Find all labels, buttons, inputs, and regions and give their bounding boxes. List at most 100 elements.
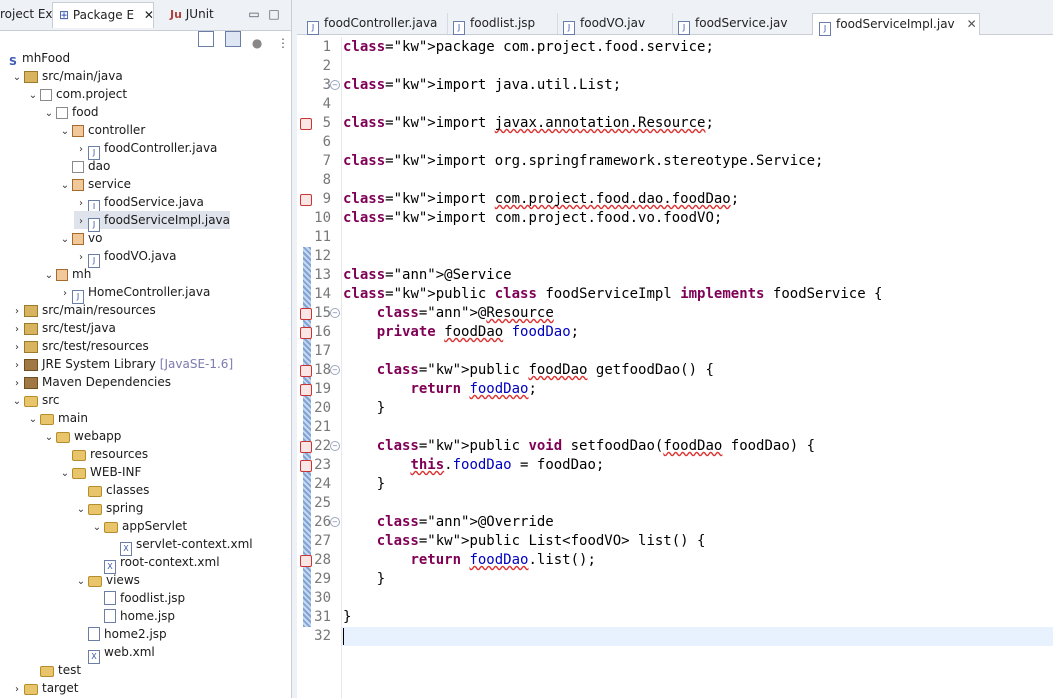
maximize-icon[interactable]: □ bbox=[266, 6, 282, 22]
close-icon[interactable]: ✕ bbox=[144, 8, 154, 22]
tree-item[interactable]: › src/test/resources bbox=[10, 337, 149, 355]
editor-tab[interactable]: JfoodVO.jav bbox=[557, 13, 673, 35]
error-marker-icon[interactable] bbox=[300, 365, 312, 377]
tree-item[interactable]: ⌄ src/main/java bbox=[10, 67, 123, 85]
expanded-chevron-icon[interactable]: ⌄ bbox=[10, 69, 24, 87]
tree-item[interactable]: › JRE System Library [JavaSE-1.6] bbox=[10, 355, 233, 373]
tree-item[interactable]: ⌄ src bbox=[10, 391, 60, 409]
tree-item[interactable]: foodlist.jsp bbox=[90, 589, 185, 607]
tree-item[interactable]: › JfoodVO.java bbox=[74, 247, 176, 268]
tree-item[interactable]: › Maven Dependencies bbox=[10, 373, 171, 391]
tree-item[interactable]: ⌄ main bbox=[26, 409, 88, 427]
junit-icon: Ju bbox=[170, 8, 182, 21]
link-with-editor-icon[interactable] bbox=[224, 31, 241, 47]
tree-item[interactable]: › J HomeController.java bbox=[58, 283, 211, 304]
tree-item[interactable]: ⌄ appServlet bbox=[90, 517, 187, 535]
java-file-icon: J bbox=[453, 21, 465, 35]
expanded-chevron-icon[interactable]: ⌄ bbox=[58, 465, 72, 483]
tree-item[interactable]: › src/main/resources bbox=[10, 301, 156, 319]
expanded-chevron-icon[interactable]: ⌄ bbox=[58, 123, 72, 141]
line-number: 14 bbox=[314, 286, 331, 302]
current-line-highlight bbox=[342, 627, 1053, 646]
tree-item[interactable]: SmhFood bbox=[0, 49, 71, 68]
error-marker-icon[interactable] bbox=[300, 308, 312, 320]
code-line: return foodDao; bbox=[410, 381, 537, 397]
tree-item[interactable]: ⌄ food bbox=[42, 103, 99, 121]
error-marker-icon[interactable] bbox=[300, 327, 312, 339]
tree-item[interactable]: dao bbox=[58, 157, 110, 175]
error-marker-icon[interactable] bbox=[300, 118, 312, 130]
expanded-chevron-icon[interactable]: ⌄ bbox=[42, 429, 56, 447]
fold-toggle-icon[interactable]: − bbox=[330, 308, 340, 318]
editor-tab[interactable]: Jfoodlist.jsp bbox=[447, 13, 558, 35]
tree-item[interactable]: ⌄ com.project bbox=[26, 85, 127, 103]
expanded-chevron-icon[interactable]: ⌄ bbox=[42, 105, 56, 123]
tree-item[interactable]: home.jsp bbox=[90, 607, 175, 625]
tree-item-label: home.jsp bbox=[120, 609, 176, 623]
fold-toggle-icon[interactable]: − bbox=[330, 365, 340, 375]
folder-icon bbox=[40, 414, 54, 425]
tree-item[interactable]: › target bbox=[10, 679, 79, 697]
package-empty-icon bbox=[56, 107, 68, 119]
editor-tab[interactable]: JfoodService.jav bbox=[672, 13, 813, 35]
tree-item[interactable]: Xservlet-context.xml bbox=[106, 535, 253, 556]
tree-item[interactable]: ⌄ mh bbox=[42, 265, 91, 283]
tree-item[interactable]: › JfoodServiceImpl.java bbox=[74, 211, 231, 232]
error-marker-icon[interactable] bbox=[300, 384, 312, 396]
fold-toggle-icon[interactable]: − bbox=[330, 441, 340, 451]
focus-icon[interactable]: ● bbox=[252, 36, 266, 50]
editor-tab[interactable]: JfoodController.java bbox=[301, 13, 448, 35]
expanded-chevron-icon[interactable]: ⌄ bbox=[74, 573, 88, 591]
error-marker-icon[interactable] bbox=[300, 194, 312, 206]
expanded-chevron-icon[interactable]: ⌄ bbox=[74, 501, 88, 519]
error-marker-icon[interactable] bbox=[300, 460, 312, 472]
expanded-chevron-icon[interactable]: ⌄ bbox=[26, 411, 40, 429]
minimize-icon[interactable]: ▭ bbox=[246, 6, 262, 22]
tree-item[interactable]: ⌄ views bbox=[74, 571, 140, 589]
library-icon bbox=[24, 359, 38, 371]
tree-item[interactable]: › IfoodService.java bbox=[74, 193, 204, 214]
tree-item[interactable]: resources bbox=[58, 445, 148, 463]
srcfolder-icon bbox=[24, 71, 38, 83]
collapse-all-icon[interactable] bbox=[197, 31, 214, 47]
tab-project-explorer[interactable]: roject Ex bbox=[0, 2, 53, 27]
tree-item[interactable]: ⌄ webapp bbox=[42, 427, 121, 445]
tree-item[interactable]: test bbox=[26, 661, 81, 679]
tree-item-label: mhFood bbox=[22, 51, 71, 65]
left-tab-bar: roject Ex ⊞ Package E ✕ Ju JUnit ▭ □ bbox=[0, 0, 291, 31]
line-number: 2 bbox=[322, 58, 331, 74]
expanded-chevron-icon[interactable]: ⌄ bbox=[10, 393, 24, 411]
tree-item[interactable]: ⌄ spring bbox=[74, 499, 143, 517]
expanded-chevron-icon[interactable]: ⌄ bbox=[58, 177, 72, 195]
editor-tab[interactable]: JfoodServiceImpl.jav ✕ bbox=[812, 13, 980, 36]
line-number: 17 bbox=[314, 343, 331, 359]
expanded-chevron-icon[interactable]: ⌄ bbox=[26, 87, 40, 105]
fold-toggle-icon[interactable]: − bbox=[330, 517, 340, 527]
tree-item[interactable]: › JfoodController.java bbox=[74, 139, 217, 160]
expanded-chevron-icon[interactable]: ⌄ bbox=[90, 519, 104, 537]
tree-item[interactable]: › src/test/java bbox=[10, 319, 116, 337]
tree-item[interactable]: ⌄ controller bbox=[58, 121, 145, 139]
tree-item-label: HomeController.java bbox=[88, 285, 211, 299]
tree-item[interactable]: ⌄ service bbox=[58, 175, 131, 193]
folder-icon bbox=[104, 522, 118, 533]
error-marker-icon[interactable] bbox=[300, 441, 312, 453]
tree-item[interactable]: Xweb.xml bbox=[74, 643, 155, 664]
close-tab-icon[interactable]: ✕ bbox=[967, 17, 977, 31]
fold-toggle-icon[interactable]: − bbox=[330, 80, 340, 90]
collapsed-chevron-icon[interactable]: › bbox=[10, 681, 24, 698]
view-menu-icon[interactable]: ⋮ bbox=[277, 36, 289, 50]
tab-junit[interactable]: Ju JUnit bbox=[170, 2, 225, 27]
tree-item[interactable]: ⌄ vo bbox=[58, 229, 102, 247]
tree-item[interactable]: home2.jsp bbox=[74, 625, 167, 643]
tab-package-explorer[interactable]: ⊞ Package E ✕ bbox=[52, 2, 154, 28]
tree-item-label: appServlet bbox=[122, 519, 188, 533]
code-line: class="kw">public foodDao getfoodDao() { bbox=[376, 362, 714, 378]
error-marker-icon[interactable] bbox=[300, 555, 312, 567]
expanded-chevron-icon[interactable]: ⌄ bbox=[58, 231, 72, 249]
tree-item[interactable]: Xroot-context.xml bbox=[90, 553, 220, 574]
tree-item[interactable]: classes bbox=[74, 481, 149, 499]
package-icon bbox=[56, 269, 68, 281]
expanded-chevron-icon[interactable]: ⌄ bbox=[42, 267, 56, 285]
tree-item[interactable]: ⌄ WEB-INF bbox=[58, 463, 141, 481]
